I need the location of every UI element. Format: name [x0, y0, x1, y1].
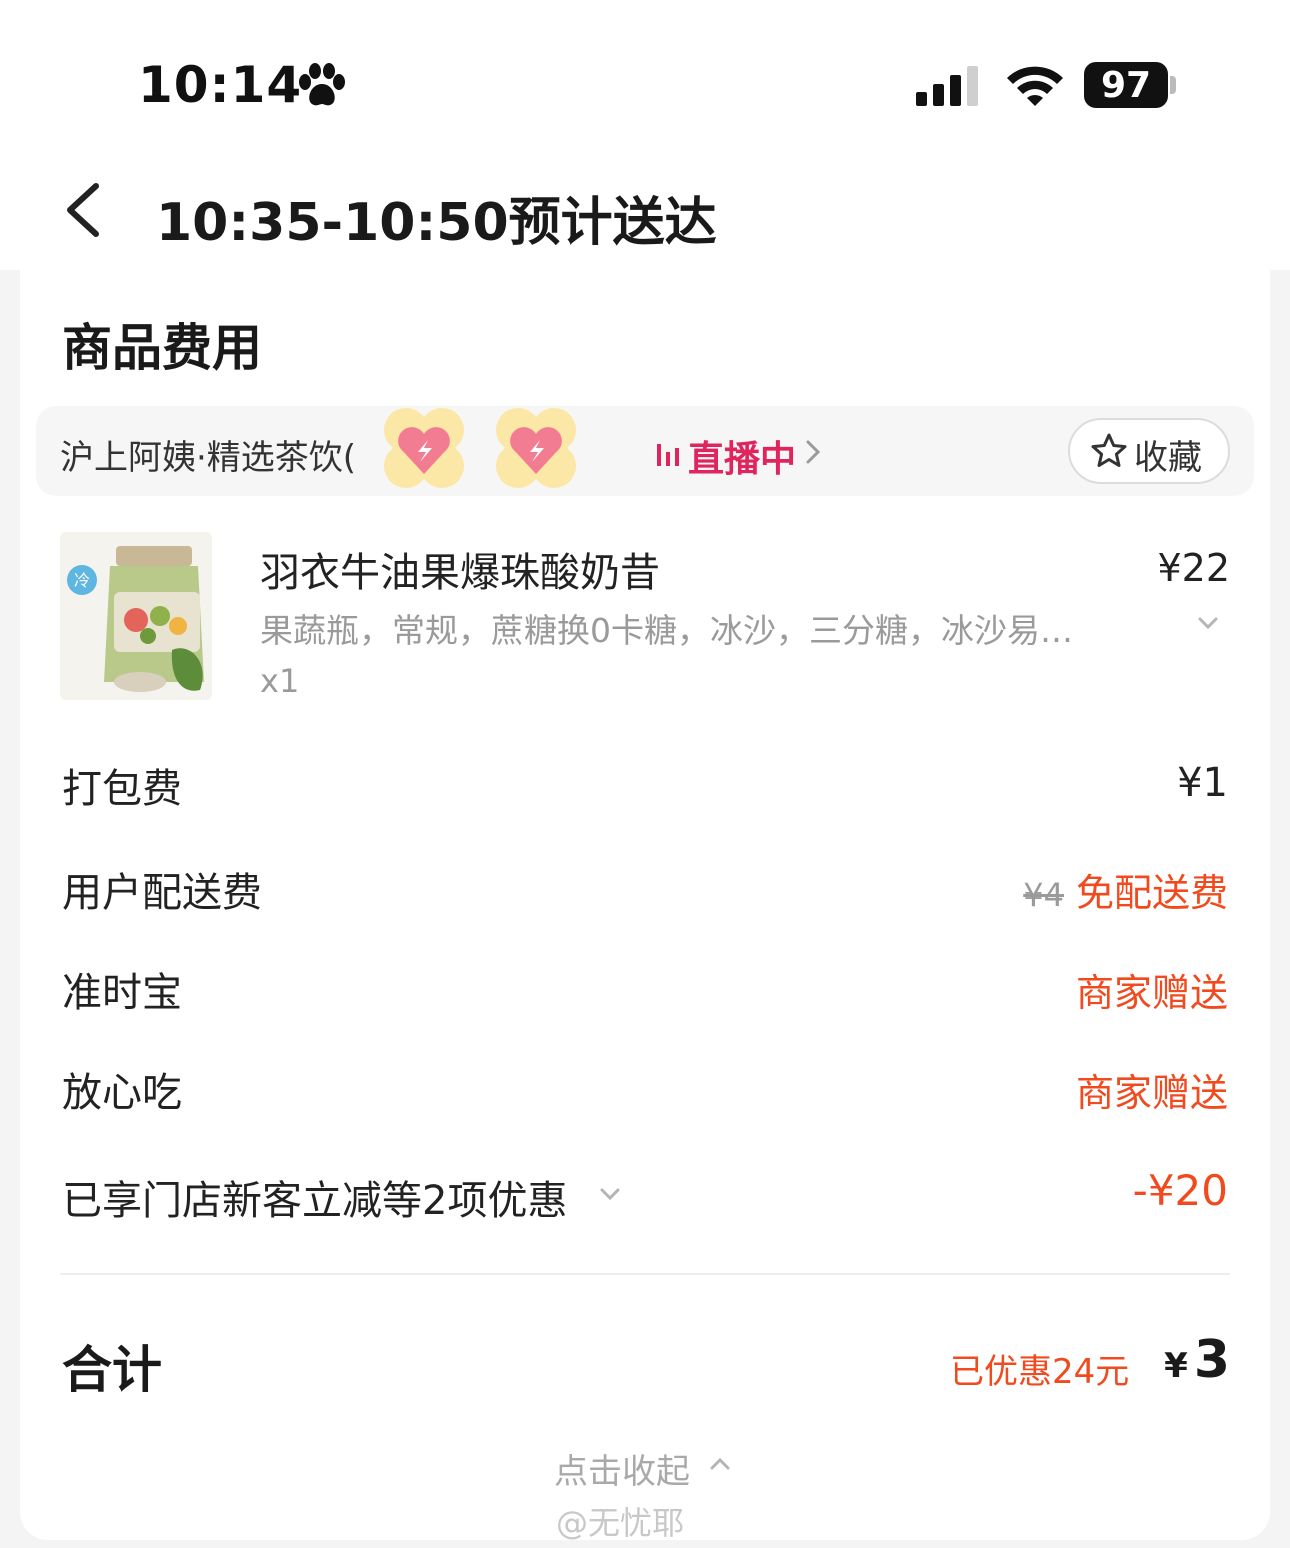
product-price: ¥22: [1157, 546, 1230, 590]
status-time: 10:14: [138, 56, 303, 114]
food-safety-label: 放心吃: [62, 1070, 182, 1116]
chevron-down-icon[interactable]: [598, 1186, 622, 1202]
total-amount: ¥3: [1160, 1330, 1230, 1390]
packing-fee-value: ¥1: [1177, 760, 1228, 806]
delivery-eta-title: 10:35-10:50预计送达: [156, 193, 717, 253]
product-jar-illustration: 冷: [60, 532, 212, 700]
cold-badge: 冷: [74, 571, 90, 590]
heart-sticker-icon: [384, 408, 464, 488]
ontime-guarantee-value: 商家赠送: [1075, 971, 1228, 1015]
battery-nub: [1170, 76, 1176, 94]
chevron-up-icon[interactable]: [708, 1456, 732, 1472]
total-saved: 已优惠24元: [950, 1352, 1130, 1392]
watermark: @无忧耶: [556, 1504, 685, 1542]
paw-icon: [299, 63, 345, 106]
collapse-button[interactable]: 点击收起: [554, 1444, 690, 1493]
discount-value: -¥20: [1132, 1166, 1228, 1215]
chevron-right-icon: [806, 440, 821, 464]
product-name: 羽衣牛油果爆珠酸奶昔: [260, 550, 660, 596]
chevron-down-icon[interactable]: [1196, 614, 1220, 632]
delivery-fee-free: 免配送费: [1075, 871, 1228, 915]
back-arrow-icon[interactable]: [60, 182, 106, 238]
live-bars-icon: [657, 444, 679, 466]
battery-indicator: 97: [1084, 62, 1168, 108]
product-image[interactable]: 冷: [60, 532, 212, 700]
store-name[interactable]: 沪上阿姨·精选茶饮(店): [60, 430, 563, 479]
delivery-fee-label: 用户配送费: [62, 870, 262, 916]
total-number: 3: [1193, 1330, 1230, 1390]
product-quantity: x1: [260, 662, 300, 700]
favorite-label: 收藏: [1134, 438, 1202, 478]
heart-sticker-icon: [496, 408, 576, 488]
live-status-link[interactable]: 直播中: [688, 430, 796, 482]
ontime-guarantee-label: 准时宝: [62, 970, 182, 1016]
cellular-signal-icon: [916, 66, 978, 106]
delivery-fee-value: ¥4 免配送费: [1023, 862, 1228, 917]
food-safety-value: 商家赠送: [1075, 1071, 1228, 1115]
discount-summary-label[interactable]: 已享门店新客立减等2项优惠: [62, 1168, 567, 1226]
wifi-icon: [1007, 66, 1063, 106]
star-icon: [1091, 433, 1127, 467]
packing-fee-label: 打包费: [62, 766, 182, 812]
delivery-fee-original: ¥4: [1023, 876, 1064, 914]
divider: [60, 1273, 1230, 1275]
product-spec: 果蔬瓶，常规，蔗糖换0卡糖，冰沙，三分糖，冰沙易…: [260, 611, 1073, 650]
total-label: 合计: [62, 1341, 162, 1399]
section-title: 商品费用: [62, 319, 262, 377]
store-name-head: 沪上阿姨·精选茶饮(: [60, 438, 357, 478]
total-currency: ¥: [1164, 1346, 1188, 1386]
